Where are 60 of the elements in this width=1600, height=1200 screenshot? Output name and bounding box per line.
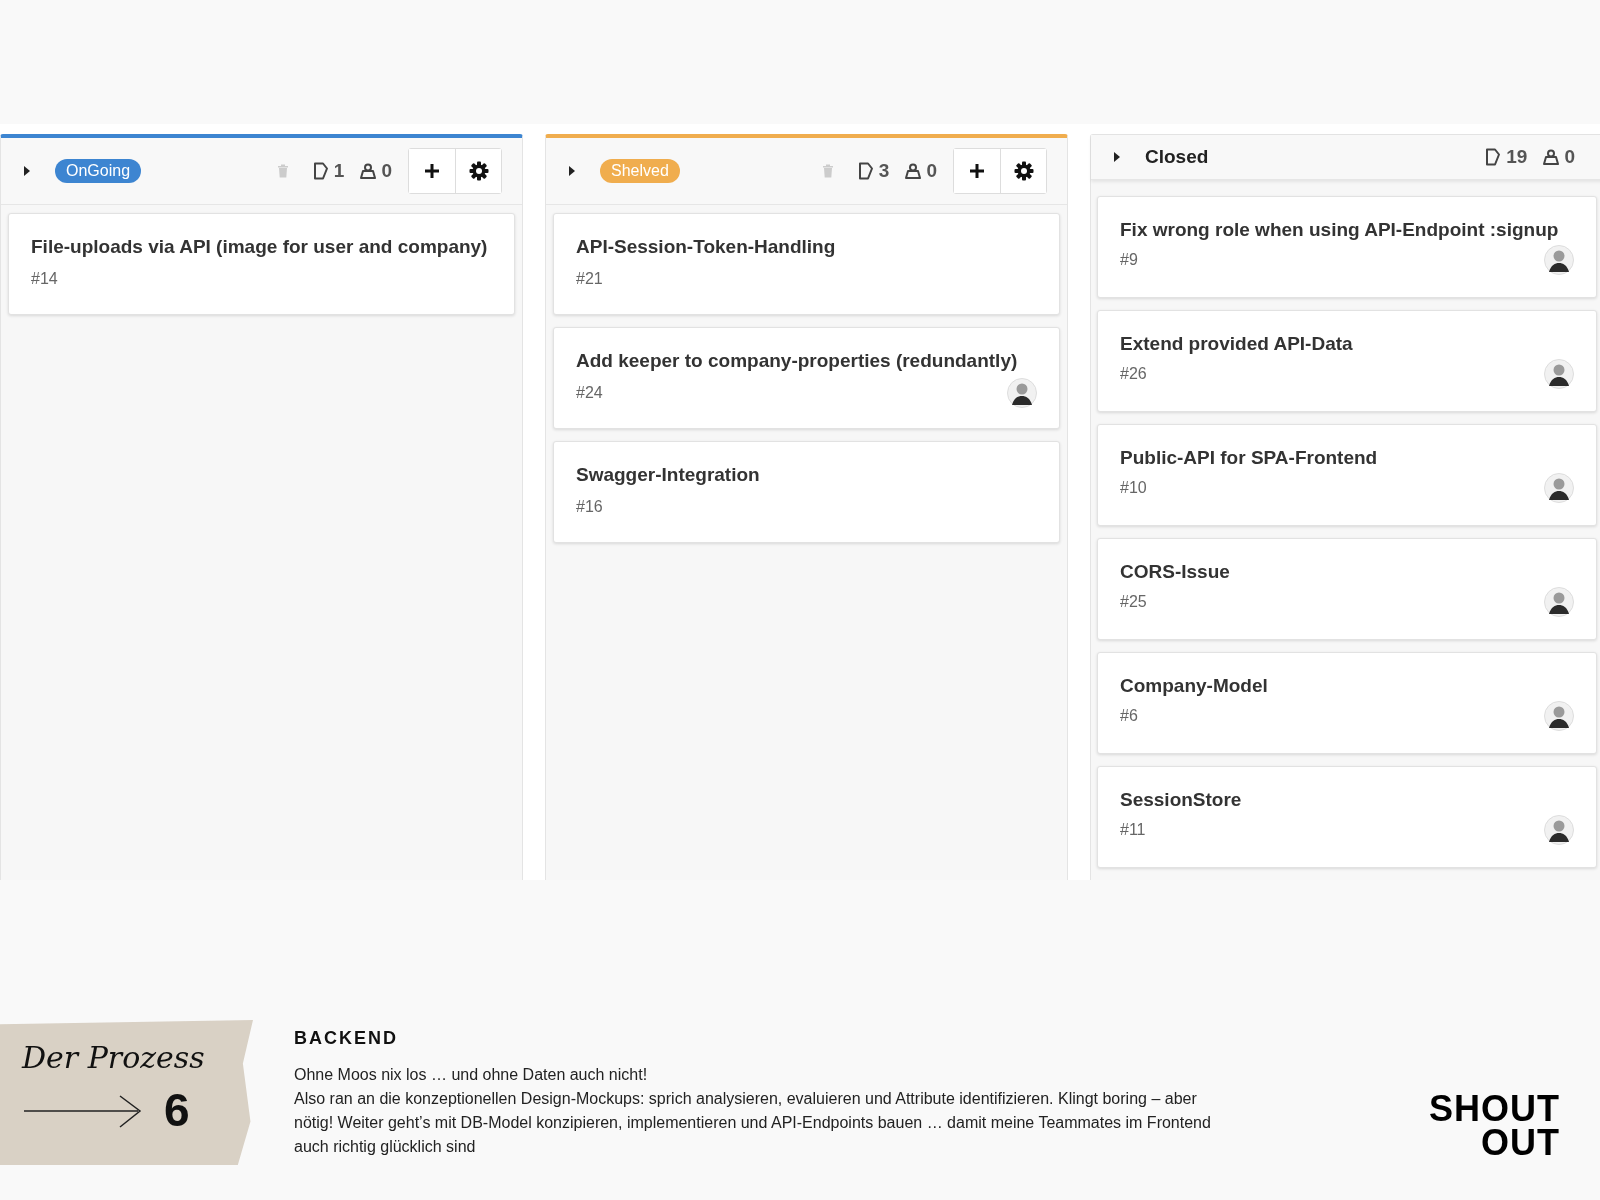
settings-icon [1013,161,1034,181]
card-title: Public-API for SPA-Frontend [1120,447,1379,469]
card-number: #9 [1120,251,1138,269]
task-card[interactable]: Add keeper to company-properties (redundantly) #24 [553,327,1060,429]
section-heading: BACKEND [294,1028,399,1049]
settings-button[interactable] [455,149,501,193]
caret-icon[interactable] [23,165,31,177]
task-card[interactable]: Fix wrong role when using API-Endpoint :signup #9 [1097,196,1597,298]
people-count: 0 [381,160,392,182]
task-card[interactable]: API-Session-Token-Handling #21 [553,213,1060,315]
card-title: File-uploads via API (image for user and company) [31,236,489,258]
card-number: #16 [576,498,603,516]
card-title: Add keeper to company-properties (redundantly) [576,350,1019,372]
card-title: SessionStore [1120,789,1243,811]
task-card[interactable]: CORS-Issue #25 [1097,538,1597,640]
card-title: API-Session-Token-Handling [576,236,837,258]
status-badge: Shelved [600,159,680,183]
card-title: Extend provided API-Data [1120,333,1354,355]
card-title: Company-Model [1120,675,1269,697]
card-number: #11 [1120,821,1146,839]
status-badge: OnGoing [55,159,142,183]
task-card[interactable]: Company-Model #6 [1097,652,1597,754]
task-card[interactable]: Swagger-Integration #16 [553,441,1060,543]
card-title: Fix wrong role when using API-Endpoint :signup [1120,219,1560,241]
settings-button[interactable] [1000,149,1046,193]
card-number: #25 [1120,593,1147,611]
card-number: #14 [31,270,58,288]
card-number: #26 [1120,365,1147,383]
caret-icon[interactable] [568,165,576,177]
task-card[interactable]: Extend provided API-Data #26 [1097,310,1597,412]
person-icon [360,163,377,179]
person-icon [905,163,922,179]
card-title: Swagger-Integration [576,464,761,486]
card-icon [312,162,329,180]
person-icon [1543,149,1560,165]
card-count: 3 [878,160,890,182]
task-card[interactable]: SessionStore #11 [1097,766,1597,868]
caret-icon[interactable] [1113,151,1121,163]
card-number: #24 [576,384,603,402]
card-number: #10 [1120,479,1147,497]
settings-icon [468,161,489,181]
paragraph: Also ran an die konzeptionellen Design-Mockups: sprich analysieren, evaluieren und Attribute identifizieren. Klingt boring – aber nötig! Weiter geht’s mit DB-Model konzipieren, implementieren und API-Endpoints bauen … damit meine Teammates im Frontend auch richtig glücklich sind [294,1089,1212,1157]
card-count: 1 [333,160,345,182]
people-count: 0 [1564,146,1575,168]
card-icon [1485,148,1502,166]
logo: SHOUT OUT [1429,1092,1560,1160]
step-number: 6 [164,1083,190,1137]
tape-title: Der Prozess [22,1040,206,1075]
card-title: CORS-Issue [1120,561,1231,583]
card-count: 19 [1506,146,1528,168]
plus-icon [424,163,440,179]
card-number: #6 [1120,707,1138,725]
task-card[interactable]: File-uploads via API (image for user and company) #14 [8,213,515,315]
paragraph: Ohne Moos nix los … und ohne Daten auch nicht! [294,1065,649,1085]
task-card[interactable]: Public-API for SPA-Frontend #10 [1097,424,1597,526]
plus-icon [969,163,985,179]
card-icon [857,162,874,180]
people-count: 0 [926,160,937,182]
column-title: Closed [1145,146,1209,168]
card-number: #21 [576,270,603,288]
